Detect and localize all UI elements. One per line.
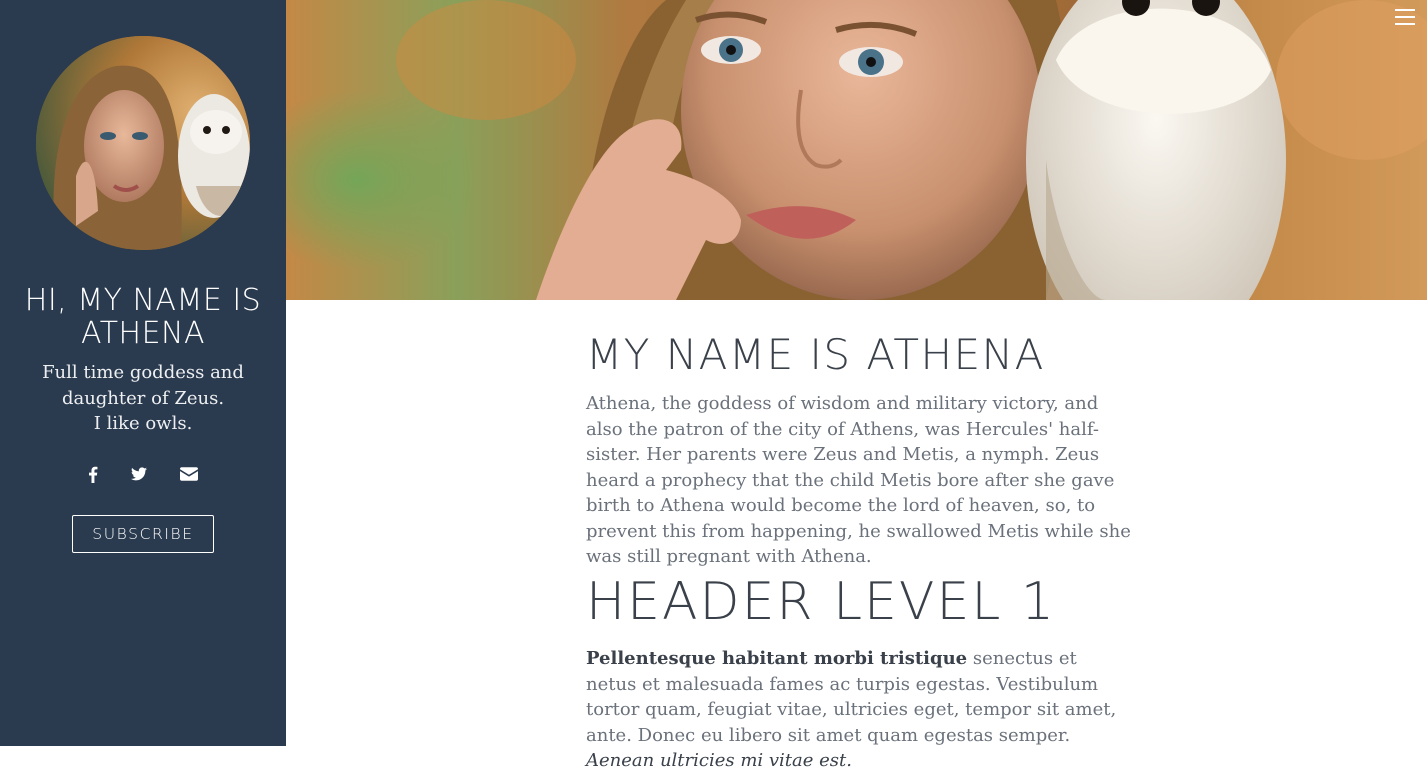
header-level-1: HEADER LEVEL 1	[586, 572, 1056, 632]
tagline-line: Full time goddess and	[42, 362, 244, 383]
tagline-line: I like owls.	[93, 413, 193, 434]
menu-bar	[1395, 16, 1415, 18]
sidebar-title: HI, MY NAME IS ATHENA	[24, 283, 262, 351]
body-italic-text: Aenean ultricies mi vitae est.	[586, 750, 852, 771]
facebook-icon[interactable]	[82, 462, 104, 486]
sidebar: HI, MY NAME IS ATHENA Full time goddess …	[0, 0, 286, 746]
hero-image	[286, 0, 1427, 300]
body-bold-text: Pellentesque habitant morbi tristique	[586, 648, 968, 669]
mail-icon[interactable]	[178, 462, 200, 486]
hamburger-menu-icon[interactable]	[1395, 9, 1415, 25]
menu-bar	[1395, 23, 1415, 25]
tagline-line: daughter of Zeus.	[61, 387, 225, 409]
sidebar-tagline: Full time goddess and daughter of Zeus. …	[0, 360, 286, 437]
menu-bar	[1395, 9, 1415, 11]
twitter-icon[interactable]	[128, 462, 150, 486]
social-links	[76, 462, 210, 486]
subscribe-button[interactable]: SUBSCRIBE	[72, 515, 214, 553]
body-paragraph: Pellentesque habitant morbi tristique se…	[586, 646, 1131, 774]
intro-paragraph: Athena, the goddess of wisdom and milita…	[586, 393, 1131, 567]
avatar	[36, 36, 250, 250]
section-title: MY NAME IS ATHENA	[586, 330, 1045, 379]
